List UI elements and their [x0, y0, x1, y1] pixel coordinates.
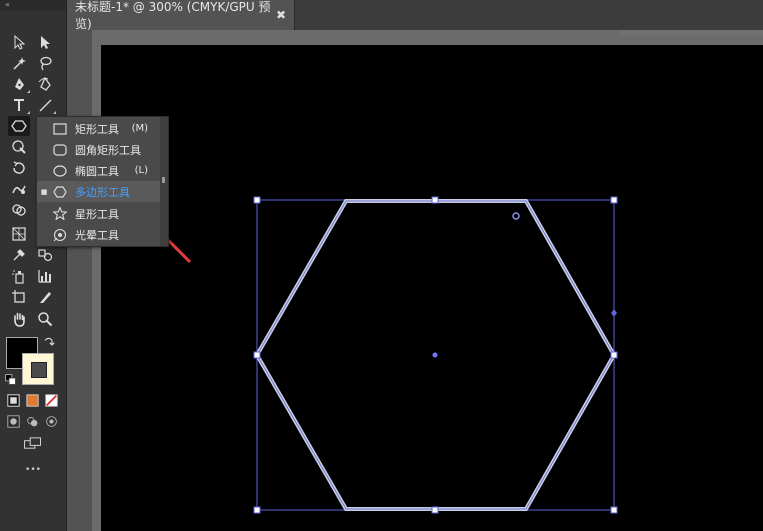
shaper-icon	[12, 140, 26, 154]
eyedropper-icon	[13, 249, 25, 261]
polygon-icon	[51, 184, 69, 200]
pen-icon	[15, 78, 24, 90]
selected-bullet-icon: ■	[40, 187, 48, 196]
lasso-icon	[40, 56, 52, 71]
hand-tool[interactable]	[8, 309, 30, 329]
selection-arrow-icon	[14, 34, 26, 50]
artboard-icon	[12, 290, 25, 303]
swap-fill-stroke-button[interactable]	[42, 335, 56, 349]
edit-toolbar-button[interactable]: •••	[21, 462, 45, 478]
line-segment-icon	[39, 99, 52, 112]
draw-inside-button[interactable]	[43, 413, 59, 429]
menu-item-label: 星形工具	[75, 207, 119, 221]
hand-icon	[14, 312, 25, 327]
star-icon	[51, 206, 69, 222]
curvature-tool[interactable]	[34, 74, 56, 94]
polygon-tool[interactable]	[8, 116, 30, 136]
rounded-rectangle-icon	[51, 142, 69, 158]
default-colors-button[interactable]	[3, 372, 17, 386]
artboard-tool[interactable]	[8, 287, 30, 307]
slice-knife-icon	[40, 292, 51, 303]
line-segment-tool[interactable]	[34, 95, 56, 115]
swap-arrow-icon	[44, 337, 55, 346]
draw-normal-icon	[6, 414, 20, 428]
menu-item-polygon[interactable]: ■ 多边形工具	[37, 181, 160, 202]
rectangle-icon	[51, 121, 69, 137]
tearoff-grip[interactable]	[160, 117, 168, 246]
draw-behind-icon	[26, 416, 37, 426]
document-tab-title: 未标题-1* @ 300% (CMYK/GPU 预览)	[75, 0, 271, 31]
zoom-tool[interactable]	[34, 309, 56, 329]
screen-mode-icon	[24, 436, 41, 449]
draw-inside-icon	[45, 415, 57, 427]
menu-item-label: 多边形工具	[75, 185, 130, 199]
menu-item-rounded-rectangle[interactable]: 圆角矩形工具	[37, 139, 160, 160]
more-tools-indicator	[27, 90, 30, 93]
shape-tools-flyout: 矩形工具 (M) 圆角矩形工具 椭圆工具 (L) ■ 多边形工具 星形工具 光晕…	[36, 116, 169, 247]
pen-tool[interactable]	[8, 74, 30, 94]
warp-tool[interactable]	[8, 179, 30, 199]
type-tool[interactable]	[8, 95, 30, 115]
perspective-grid-icon	[12, 227, 26, 241]
menu-item-label: 光晕工具	[75, 228, 119, 242]
none-mode-button[interactable]	[43, 392, 59, 408]
document-tab-bar: 未标题-1* @ 300% (CMYK/GPU 预览) ✖	[67, 0, 763, 31]
flare-icon	[51, 227, 69, 243]
selection-tool[interactable]	[8, 32, 30, 52]
menu-item-rectangle[interactable]: 矩形工具 (M)	[37, 118, 160, 139]
slice-tool[interactable]	[34, 287, 56, 307]
curvature-pen-icon	[38, 76, 51, 91]
shape-builder-icon	[12, 204, 26, 216]
polygon-icon	[11, 120, 27, 132]
stroke-inner	[31, 362, 47, 378]
warp-icon	[12, 185, 26, 194]
color-mode-button[interactable]	[5, 392, 21, 408]
symbol-sprayer-icon	[12, 270, 24, 284]
rotate-icon	[13, 161, 25, 174]
shape-builder-tool[interactable]	[8, 200, 30, 220]
column-graph-icon	[38, 270, 51, 283]
menu-item-flare[interactable]: 光晕工具	[37, 224, 160, 245]
default-colors-icon	[4, 373, 16, 385]
document-tab[interactable]: 未标题-1* @ 300% (CMYK/GPU 预览) ✖	[67, 0, 295, 31]
rotate-tool[interactable]	[8, 158, 30, 178]
eyedropper-tool[interactable]	[8, 245, 30, 265]
direct-selection-arrow-icon	[41, 36, 50, 49]
menu-item-ellipse[interactable]: 椭圆工具 (L)	[37, 160, 160, 181]
menu-item-shortcut: (L)	[134, 165, 148, 176]
draw-behind-button[interactable]	[24, 413, 40, 429]
gradient-mode-button[interactable]	[24, 392, 40, 408]
ellipse-icon	[51, 163, 69, 179]
zoom-magnifier-icon	[38, 312, 53, 327]
tools-panel: « •••	[0, 0, 67, 531]
magic-wand-tool[interactable]	[8, 53, 30, 73]
column-graph-tool[interactable]	[34, 266, 56, 286]
symbol-sprayer-tool[interactable]	[8, 266, 30, 286]
stroke-color-swatch[interactable]	[22, 353, 54, 385]
screen-mode-button[interactable]	[21, 434, 45, 452]
close-tab-icon[interactable]: ✖	[276, 8, 286, 22]
menu-item-star[interactable]: 星形工具	[37, 203, 160, 224]
type-t-icon	[14, 99, 24, 111]
more-tools-indicator	[53, 111, 56, 114]
more-tools-indicator	[27, 111, 30, 114]
perspective-grid-tool[interactable]	[8, 224, 30, 244]
menu-item-label: 椭圆工具	[75, 164, 119, 178]
tearoff-arrow	[162, 177, 165, 183]
collapse-panel-button[interactable]: «	[0, 0, 66, 10]
lasso-tool[interactable]	[34, 53, 56, 73]
color-icon	[6, 393, 20, 407]
blend-icon	[38, 249, 53, 262]
blend-tool[interactable]	[34, 245, 56, 265]
menu-item-shortcut: (M)	[131, 123, 148, 134]
direct-selection-tool[interactable]	[34, 32, 56, 52]
gradient-icon	[25, 393, 39, 407]
magic-wand-icon	[13, 57, 26, 70]
shaper-tool[interactable]	[8, 137, 30, 157]
artboard[interactable]	[101, 45, 763, 531]
none-slash-icon	[44, 393, 58, 407]
menu-item-label: 圆角矩形工具	[75, 143, 141, 157]
draw-normal-button[interactable]	[5, 413, 21, 429]
menu-item-label: 矩形工具	[75, 122, 119, 136]
